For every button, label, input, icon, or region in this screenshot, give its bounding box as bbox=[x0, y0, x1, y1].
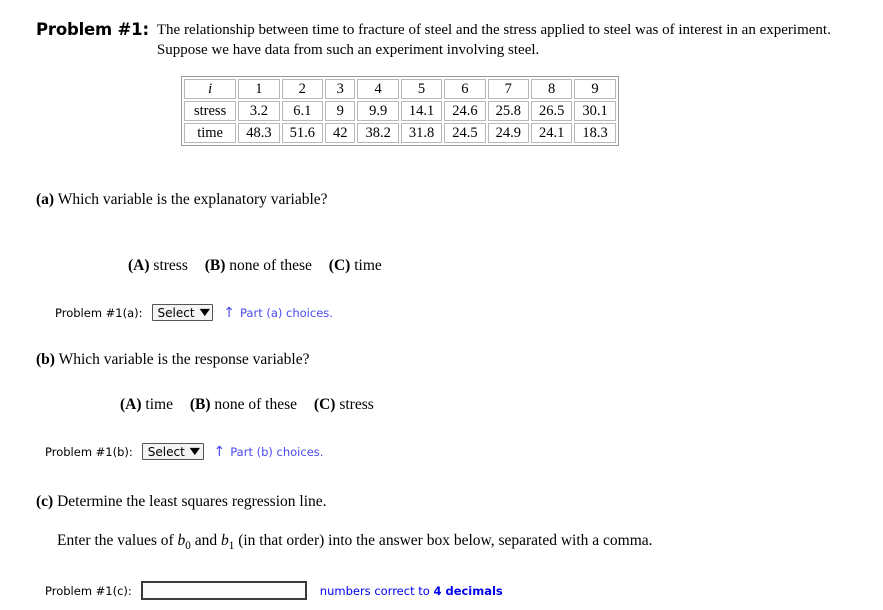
table-cell: 3 bbox=[324, 79, 356, 99]
part-b-choices: (A) time (B) none of these (C) stress bbox=[120, 395, 374, 415]
part-b-select[interactable]: Select ▼ bbox=[141, 443, 204, 460]
part-b-answer-row: Problem #1(b): Select ▼ ↑ Part (b) choic… bbox=[45, 443, 323, 460]
variable-b1: b1 bbox=[220, 532, 234, 552]
part-a-answer-label: Problem #1(a): bbox=[55, 305, 143, 320]
table-cell: 38.2 bbox=[357, 123, 399, 143]
part-c-answer-input[interactable] bbox=[140, 581, 307, 600]
choice-text: none of these bbox=[214, 396, 298, 413]
table-cell: 5 bbox=[400, 79, 443, 99]
table-cell: 48.3 bbox=[238, 123, 280, 143]
choice-key: (B) bbox=[204, 257, 226, 274]
choice-text: stress bbox=[153, 257, 188, 274]
part-a-answer-row: Problem #1(a): Select ▼ ↑ Part (a) choic… bbox=[55, 304, 333, 321]
problem-title: Problem #1: bbox=[36, 20, 149, 39]
part-b-question: (b) Which variable is the response varia… bbox=[36, 350, 309, 370]
table-row-index: i 1 2 3 4 5 6 7 8 9 bbox=[184, 79, 616, 99]
note-bold: 4 decimals bbox=[433, 583, 503, 598]
choice-key: (A) bbox=[120, 396, 142, 413]
instruction-prefix: Enter the values of bbox=[57, 532, 178, 549]
chevron-down-icon: ▼ bbox=[199, 306, 210, 318]
part-a-label: (a) bbox=[36, 191, 55, 208]
table-cell: 9 bbox=[324, 101, 356, 121]
part-b-choice-A: (A) time bbox=[120, 396, 173, 413]
problem-statement-line-2: Suppose we have data from such an experi… bbox=[156, 42, 540, 58]
part-c-instruction: Enter the values of b0 and b1 (in that o… bbox=[57, 531, 653, 556]
table-cell: 4 bbox=[357, 79, 399, 99]
table-cell: 1 bbox=[238, 79, 280, 99]
part-a-question-text: Which variable is the explanatory variab… bbox=[57, 191, 328, 208]
choice-text: time bbox=[354, 257, 382, 274]
table-cell: 18.3 bbox=[574, 123, 616, 143]
problem-statement: The relationship between time to fractur… bbox=[157, 20, 867, 60]
table-cell: 14.1 bbox=[400, 101, 443, 121]
table-cell: 2 bbox=[281, 79, 323, 99]
table-cell: 24.1 bbox=[530, 123, 573, 143]
chevron-down-icon: ▼ bbox=[189, 445, 200, 457]
part-a-choice-C: (C) time bbox=[329, 257, 382, 274]
table-header-i: i bbox=[184, 79, 237, 99]
part-a-select[interactable]: Select ▼ bbox=[151, 304, 214, 321]
part-b-label: (b) bbox=[36, 351, 55, 368]
table-cell: 30.1 bbox=[574, 101, 616, 121]
table-cell: 6.1 bbox=[281, 101, 323, 121]
choice-text: time bbox=[145, 396, 173, 413]
part-a-choice-B: (B) none of these bbox=[205, 257, 312, 274]
part-b-answer-label: Problem #1(b): bbox=[45, 444, 133, 459]
part-a-choice-A: (A) stress bbox=[128, 257, 188, 274]
table-cell: 24.6 bbox=[444, 101, 486, 121]
table-cell: 26.5 bbox=[530, 101, 573, 121]
part-b-choice-B: (B) none of these bbox=[190, 396, 297, 413]
table-cell: 7 bbox=[487, 79, 529, 99]
table-row-time: time 48.3 51.6 42 38.2 31.8 24.5 24.9 24… bbox=[184, 123, 616, 143]
part-c-decimals-note: numbers correct to 4 decimals bbox=[320, 584, 503, 598]
data-table-wrapper: i 1 2 3 4 5 6 7 8 9 stress 3.2 6.1 9 9.9… bbox=[181, 76, 619, 146]
part-b-question-text: Which variable is the response variable? bbox=[58, 351, 310, 368]
part-a-select-value: Select bbox=[157, 305, 195, 320]
choice-key: (C) bbox=[328, 257, 351, 274]
part-c-label: (c) bbox=[36, 493, 54, 510]
table-row-stress: stress 3.2 6.1 9 9.9 14.1 24.6 25.8 26.5… bbox=[184, 101, 616, 121]
table-cell: 24.9 bbox=[487, 123, 529, 143]
problem-statement-line-1: The relationship between time to fractur… bbox=[156, 22, 831, 38]
choice-key: (C) bbox=[313, 396, 336, 413]
table-cell: 42 bbox=[324, 123, 356, 143]
up-arrow-icon: ↑ bbox=[213, 443, 226, 460]
choice-text: stress bbox=[339, 396, 374, 413]
variable-b0: b0 bbox=[178, 532, 191, 552]
table-cell: 6 bbox=[444, 79, 486, 99]
part-b-choice-C: (C) stress bbox=[314, 396, 374, 413]
table-header-stress: stress bbox=[184, 101, 237, 121]
part-a-hint-link[interactable]: ↑ Part (a) choices. bbox=[223, 306, 333, 320]
instruction-mid: and bbox=[190, 532, 221, 549]
problem-header: Problem #1: The relationship between tim… bbox=[36, 20, 876, 60]
table-cell: 3.2 bbox=[238, 101, 280, 121]
part-b-hint-link[interactable]: ↑ Part (b) choices. bbox=[214, 445, 324, 459]
part-a-hint-text: Part (a) choices. bbox=[240, 305, 333, 320]
part-a-question: (a) Which variable is the explanatory va… bbox=[36, 190, 328, 210]
part-b-hint-text: Part (b) choices. bbox=[230, 444, 324, 459]
part-c-answer-row: Problem #1(c): numbers correct to 4 deci… bbox=[45, 581, 503, 600]
part-c-question: (c) Determine the least squares regressi… bbox=[36, 492, 327, 512]
table-header-time: time bbox=[184, 123, 237, 143]
choice-key: (A) bbox=[128, 257, 150, 274]
instruction-suffix: (in that order) into the answer box belo… bbox=[234, 532, 653, 549]
note-prefix: numbers correct to bbox=[319, 583, 434, 598]
table-cell: 8 bbox=[530, 79, 573, 99]
choice-text: none of these bbox=[229, 257, 312, 274]
table-cell: 9 bbox=[574, 79, 616, 99]
table-cell: 51.6 bbox=[281, 123, 323, 143]
table-cell: 9.9 bbox=[357, 101, 399, 121]
table-cell: 31.8 bbox=[400, 123, 443, 143]
part-a-choices: (A) stress (B) none of these (C) time bbox=[128, 256, 382, 276]
choice-key: (B) bbox=[189, 396, 211, 413]
up-arrow-icon: ↑ bbox=[223, 304, 235, 321]
part-c-question-text: Determine the least squares regression l… bbox=[57, 493, 327, 510]
part-c-answer-label: Problem #1(c): bbox=[45, 583, 132, 598]
table-cell: 25.8 bbox=[487, 101, 529, 121]
experiment-data-table: i 1 2 3 4 5 6 7 8 9 stress 3.2 6.1 9 9.9… bbox=[181, 76, 619, 146]
table-cell: 24.5 bbox=[444, 123, 486, 143]
variable-b1-base: b bbox=[220, 532, 229, 549]
part-b-select-value: Select bbox=[147, 444, 185, 459]
